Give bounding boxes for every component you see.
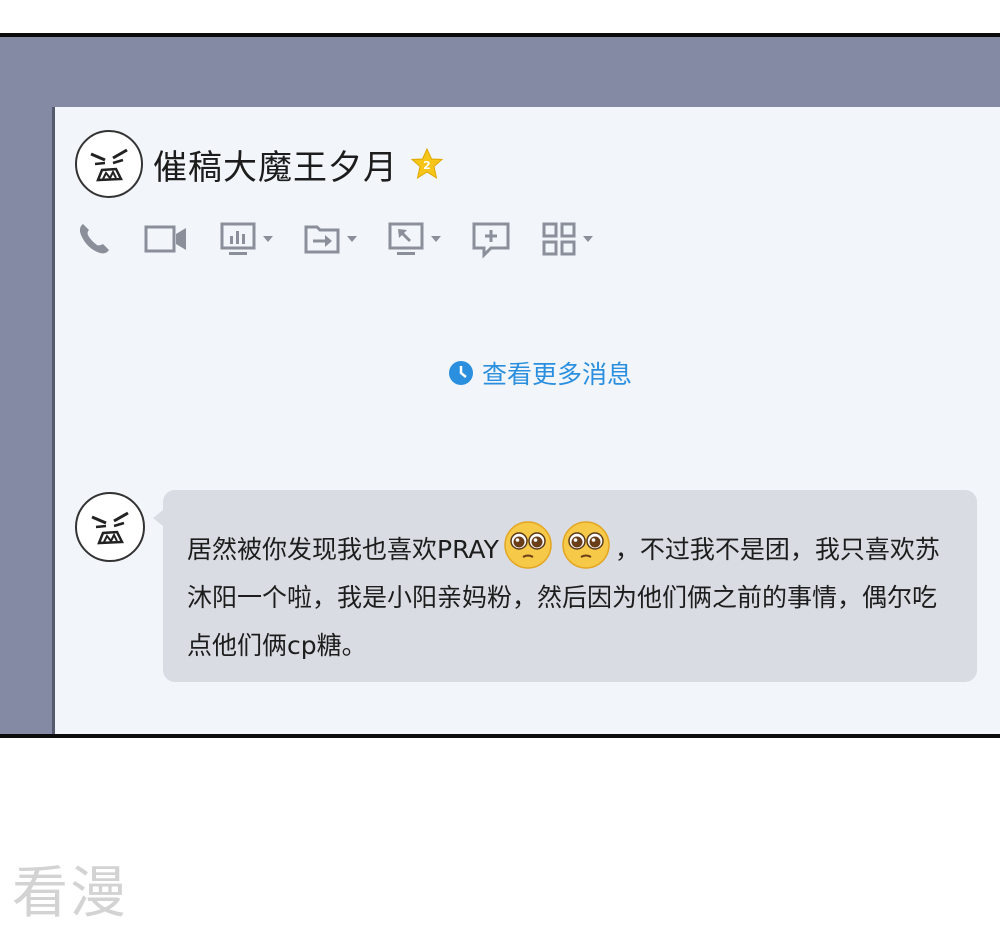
chevron-down-icon <box>583 236 593 242</box>
watermark-text: 看漫 <box>12 861 128 925</box>
screen-share-button[interactable] <box>219 219 273 259</box>
video-camera-icon <box>144 225 186 253</box>
screen-share-icon <box>220 222 256 255</box>
view-more-messages-link[interactable]: 查看更多消息 <box>448 355 632 391</box>
sender-avatar[interactable] <box>75 492 145 562</box>
chat-header: 催稿大魔王夕月 2 <box>75 129 444 199</box>
star-badge-icon: 2 <box>410 147 444 180</box>
clock-icon <box>449 361 473 385</box>
angry-face-icon <box>91 511 129 545</box>
file-transfer-button[interactable] <box>303 219 357 259</box>
voice-call-button[interactable] <box>75 220 113 258</box>
remote-desktop-button[interactable] <box>387 219 441 259</box>
new-message-button[interactable] <box>471 219 511 259</box>
pleading-face-emoji-icon <box>504 521 552 569</box>
remote-desktop-icon <box>388 222 424 255</box>
contact-avatar[interactable] <box>75 130 143 198</box>
pleading-face-emoji-icon <box>562 521 610 569</box>
chevron-down-icon <box>263 236 273 242</box>
chevron-down-icon <box>431 236 441 242</box>
file-transfer-icon <box>304 225 340 254</box>
new-message-icon <box>472 222 510 259</box>
screenshot-frame: 催稿大魔王夕月 2 查看更多消息 居然被你发现我也喜欢PRAY ，不过我不是团，… <box>0 33 1000 738</box>
view-more-messages-label: 查看更多消息 <box>482 360 633 389</box>
chevron-down-icon <box>347 236 357 242</box>
message-text-part1: 居然被你发现我也喜欢PRAY <box>187 535 499 564</box>
video-call-button[interactable] <box>143 220 189 258</box>
chat-window: 催稿大魔王夕月 2 查看更多消息 居然被你发现我也喜欢PRAY ，不过我不是团，… <box>52 107 1000 734</box>
contact-name: 催稿大魔王夕月 <box>153 147 398 188</box>
chat-toolbar <box>75 219 623 259</box>
phone-icon <box>79 224 109 254</box>
message-text: 居然被你发现我也喜欢PRAY ，不过我不是团，我只喜欢苏沐阳一个啦，我是小阳亲妈… <box>187 520 953 670</box>
message-bubble[interactable]: 居然被你发现我也喜欢PRAY ，不过我不是团，我只喜欢苏沐阳一个啦，我是小阳亲妈… <box>153 490 977 682</box>
apps-grid-icon <box>542 222 576 256</box>
svg-text:2: 2 <box>423 159 431 172</box>
more-apps-button[interactable] <box>541 220 593 258</box>
angry-face-icon <box>90 148 128 182</box>
